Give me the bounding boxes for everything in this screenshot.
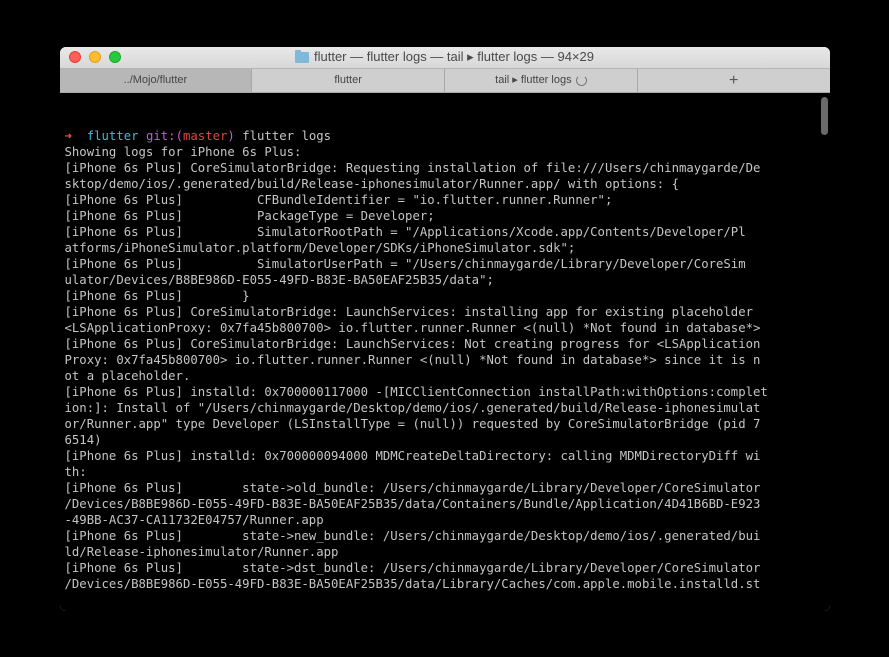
prompt-arrow-icon: ➜: [65, 129, 72, 143]
log-line: [iPhone 6s Plus] installd: 0x70000011700…: [65, 385, 768, 399]
log-line: /Devices/B8BE986D-E055-49FD-B83E-BA50EAF…: [65, 577, 761, 591]
tab-flutter[interactable]: flutter: [252, 69, 445, 92]
prompt-command: flutter logs: [242, 129, 331, 143]
folder-icon: [295, 52, 309, 63]
log-line: or/Runner.app" type Developer (LSInstall…: [65, 417, 761, 431]
log-line: [iPhone 6s Plus] CoreSimulatorBridge: Re…: [65, 161, 761, 175]
log-line: th:: [65, 465, 87, 479]
log-line: Proxy: 0x7fa45b800700> io.flutter.runner…: [65, 353, 761, 367]
log-line: ulator/Devices/B8BE986D-E055-49FD-B83E-B…: [65, 273, 494, 287]
log-line: [iPhone 6s Plus] state->new_bundle: /Use…: [65, 529, 761, 543]
tab-tail-label: tail ▸ flutter logs: [495, 69, 571, 92]
spinner-icon: [576, 75, 587, 86]
log-line: [iPhone 6s Plus] SimulatorUserPath = "/U…: [65, 257, 746, 271]
new-tab-button[interactable]: +: [638, 69, 830, 92]
window-title: flutter — flutter logs — tail ▸ flutter …: [60, 47, 830, 69]
log-line: ld/Release-iphonesimulator/Runner.app: [65, 545, 339, 559]
log-line: [iPhone 6s Plus] state->dst_bundle: /Use…: [65, 561, 761, 575]
window-title-text: flutter — flutter logs — tail ▸ flutter …: [314, 47, 594, 69]
tab-tail-flutter-logs[interactable]: tail ▸ flutter logs: [445, 69, 638, 92]
log-line: /Devices/B8BE986D-E055-49FD-B83E-BA50EAF…: [65, 497, 761, 511]
log-line: -49BB-AC37-CA11732E04757/Runner.app: [65, 513, 324, 527]
prompt-git-close: ): [227, 129, 234, 143]
log-line: Showing logs for iPhone 6s Plus:: [65, 145, 302, 159]
terminal-window: flutter — flutter logs — tail ▸ flutter …: [60, 47, 830, 611]
log-line: [iPhone 6s Plus] SimulatorRootPath = "/A…: [65, 225, 746, 239]
terminal-body[interactable]: ➜ flutter git:(master) flutter logs Show…: [60, 93, 830, 611]
log-line: [iPhone 6s Plus] CoreSimulatorBridge: La…: [65, 337, 761, 351]
log-line: [iPhone 6s Plus] CoreSimulatorBridge: La…: [65, 305, 761, 319]
traffic-lights: [69, 51, 121, 63]
log-line: [iPhone 6s Plus] state->old_bundle: /Use…: [65, 481, 761, 495]
tab-mojo-flutter[interactable]: ../Mojo/flutter: [60, 69, 253, 92]
log-line: sktop/demo/ios/.generated/build/Release-…: [65, 177, 679, 191]
log-line: [iPhone 6s Plus] }: [65, 289, 250, 303]
log-line: 6514): [65, 433, 102, 447]
prompt-dir: flutter: [87, 129, 139, 143]
log-line: atforms/iPhoneSimulator.platform/Develop…: [65, 241, 576, 255]
log-line: [iPhone 6s Plus] installd: 0x70000009400…: [65, 449, 761, 463]
minimize-icon[interactable]: [89, 51, 101, 63]
log-line: [iPhone 6s Plus] CFBundleIdentifier = "i…: [65, 193, 613, 207]
log-line: ot a placeholder.: [65, 369, 191, 383]
prompt-git-label: git:(: [146, 129, 183, 143]
close-icon[interactable]: [69, 51, 81, 63]
zoom-icon[interactable]: [109, 51, 121, 63]
prompt-branch: master: [183, 129, 227, 143]
log-line: <LSApplicationProxy: 0x7fa45b800700> io.…: [65, 321, 761, 335]
scrollbar-thumb[interactable]: [821, 97, 828, 135]
titlebar: flutter — flutter logs — tail ▸ flutter …: [60, 47, 830, 69]
log-line: [iPhone 6s Plus] PackageType = Developer…: [65, 209, 435, 223]
log-line: ion:]: Install of "/Users/chinmaygarde/D…: [65, 401, 761, 415]
tab-strip: ../Mojo/flutter flutter tail ▸ flutter l…: [60, 69, 830, 93]
